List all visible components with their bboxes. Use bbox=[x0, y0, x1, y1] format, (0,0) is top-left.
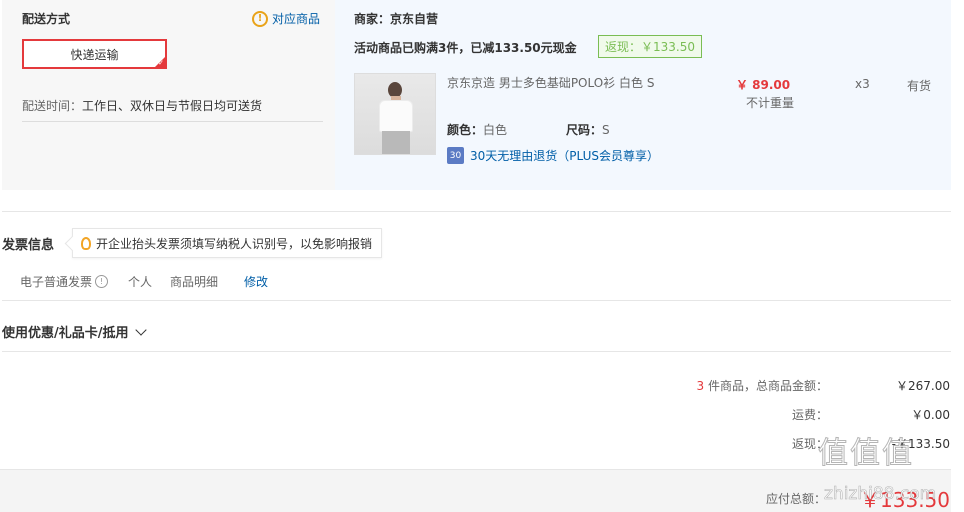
matching-products-link[interactable]: ! 对应商品 bbox=[252, 10, 320, 27]
watermark-logo: 值值值 bbox=[818, 436, 914, 472]
shipping-panel: 配送方式 ! 对应商品 快递运输 ✓ 配送时间：工作日、双休日与节假日均可送货 bbox=[2, 0, 335, 190]
payable-label: 应付总额： bbox=[765, 492, 826, 506]
product-name-link[interactable]: 京东京造 男士多色基础POLO衫 白色 S bbox=[447, 74, 654, 91]
item-count-summary: 3 件商品，总商品金额： bbox=[697, 377, 828, 394]
invoice-type: 电子普通发票 bbox=[20, 275, 93, 289]
promotion-text: 活动商品已购满3件，已减133.50元现金 bbox=[354, 41, 577, 55]
product-weight: 不计重量 bbox=[746, 96, 795, 110]
return-30-icon: 30 bbox=[447, 147, 464, 164]
express-shipping-label: 快递运输 bbox=[70, 47, 119, 62]
invoice-tip-tooltip: 开企业抬头发票须填写纳税人识别号，以免影响报销 bbox=[72, 228, 383, 258]
invoice-tip-text: 开企业抬头发票须填写纳税人识别号，以免影响报销 bbox=[96, 236, 373, 251]
lightbulb-icon bbox=[81, 236, 91, 250]
check-icon: ✓ bbox=[158, 59, 164, 67]
product-size: 尺码：S bbox=[566, 121, 610, 138]
goods-total: ￥267.00 bbox=[896, 379, 950, 393]
invoice-content: 商品明细 bbox=[170, 275, 219, 289]
divider bbox=[2, 351, 951, 352]
product-thumbnail[interactable] bbox=[354, 73, 436, 155]
matching-products-label: 对应商品 bbox=[272, 12, 321, 26]
return-policy-link[interactable]: 30 30天无理由退货（PLUS会员尊享） bbox=[447, 147, 659, 164]
divider bbox=[2, 300, 951, 301]
express-shipping-option[interactable]: 快递运输 ✓ bbox=[22, 39, 167, 69]
color-value: 白色 bbox=[483, 123, 508, 137]
item-count-suffix: 件商品，总商品金额： bbox=[704, 379, 828, 393]
freight-value: ￥0.00 bbox=[911, 408, 950, 422]
delivery-time: 配送时间：工作日、双休日与节假日均可送货 bbox=[22, 97, 262, 114]
coupon-label: 使用优惠/礼品卡/抵用 bbox=[2, 326, 129, 341]
product-price: ￥ 89.00 bbox=[736, 78, 791, 92]
delivery-time-value: 工作日、双休日与节假日均可送货 bbox=[82, 99, 263, 113]
coupon-toggle[interactable]: 使用优惠/礼品卡/抵用 bbox=[2, 322, 147, 341]
divider bbox=[2, 211, 951, 212]
divider bbox=[22, 121, 323, 122]
product-quantity: x3 bbox=[855, 77, 870, 91]
freight-label: 运费： bbox=[791, 408, 828, 422]
return-policy-text: 30天无理由退货（PLUS会员尊享） bbox=[470, 149, 659, 163]
shipping-order-section: 配送方式 ! 对应商品 快递运输 ✓ 配送时间：工作日、双休日与节假日均可送货 … bbox=[2, 0, 951, 190]
watermark-site: zhizhi88.com bbox=[824, 484, 937, 505]
rebate-badge: 返现：￥133.50 bbox=[598, 35, 702, 58]
invoice-title: 发票信息 bbox=[2, 238, 55, 253]
stock-status: 有货 bbox=[907, 79, 932, 93]
product-color: 颜色：白色 bbox=[447, 121, 507, 138]
size-value: S bbox=[602, 123, 610, 137]
info-icon[interactable]: ! bbox=[95, 275, 109, 288]
chevron-down-icon bbox=[134, 323, 147, 336]
model-shirt bbox=[379, 100, 413, 132]
seller-name: 商家：京东自营 bbox=[354, 12, 439, 26]
size-label: 尺码： bbox=[566, 123, 603, 137]
invoice-details: 电子普通发票 ! 个人 商品明细 修改 bbox=[20, 273, 268, 290]
invoice-title-type: 个人 bbox=[128, 275, 153, 289]
invoice-edit-link[interactable]: 修改 bbox=[244, 273, 268, 290]
model-pants bbox=[382, 131, 410, 154]
delivery-time-label: 配送时间： bbox=[22, 99, 83, 113]
order-panel: 商家：京东自营 活动商品已购满3件，已减133.50元现金 返现：￥133.50… bbox=[335, 0, 951, 190]
shipping-title: 配送方式 bbox=[22, 12, 71, 26]
alert-icon: ! bbox=[252, 10, 268, 27]
color-label: 颜色： bbox=[447, 123, 484, 137]
